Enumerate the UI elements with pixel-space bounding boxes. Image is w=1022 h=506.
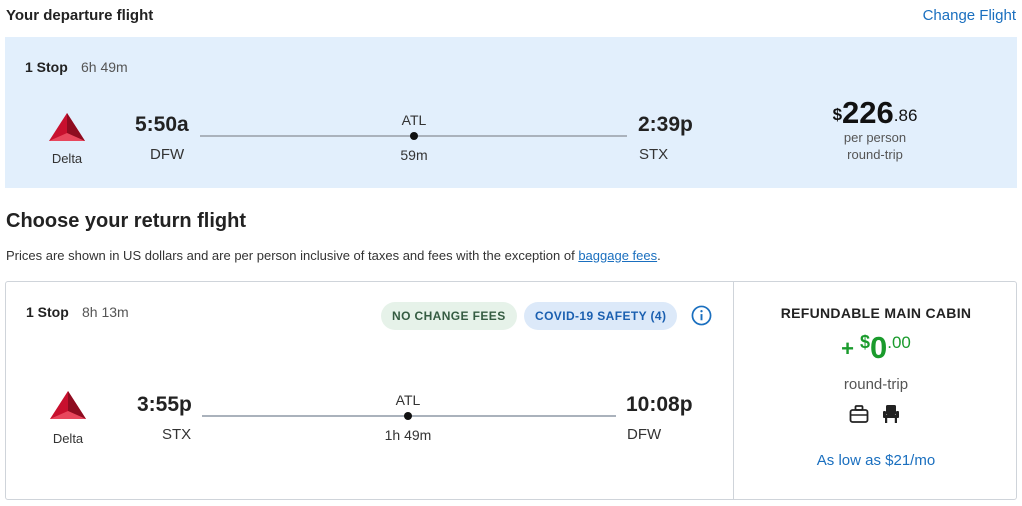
return-stop-dot xyxy=(404,412,412,420)
seat-icon xyxy=(883,405,899,423)
return-section-title: Choose your return flight xyxy=(6,210,246,232)
return-arrive-airport: DFW xyxy=(627,426,662,443)
return-stops: 1 Stop xyxy=(26,304,69,320)
departure-stops: 1 Stop xyxy=(25,59,68,75)
departure-duration: 6h 49m xyxy=(81,59,128,75)
monthly-payment-link[interactable]: As low as $21/mo xyxy=(734,452,1018,469)
departure-depart-airport: DFW xyxy=(150,146,185,163)
departure-airline-name: Delta xyxy=(51,151,83,166)
departure-price-symbol: $ xyxy=(832,105,843,124)
carry-on-bag-icon xyxy=(849,405,869,423)
disclaimer-text: Prices are shown in US dollars and are p… xyxy=(6,248,579,263)
departure-arrive-time: 2:39p xyxy=(638,113,693,136)
fare-price[interactable]: + $0.00 xyxy=(734,330,1018,366)
departure-price-whole: 226 xyxy=(842,95,894,130)
change-flight-link[interactable]: Change Flight xyxy=(923,7,1016,24)
return-depart-airport: STX xyxy=(162,426,192,443)
departure-price-basis: per person xyxy=(843,130,907,145)
return-airline-name: Delta xyxy=(52,431,84,446)
return-flight-card[interactable]: 1 Stop 8h 13m NO CHANGE FEES COVID-19 SA… xyxy=(5,281,1017,500)
delta-logo-icon xyxy=(49,113,85,141)
fare-class-title: REFUNDABLE MAIN CABIN xyxy=(780,305,972,321)
baggage-fees-link[interactable]: baggage fees xyxy=(578,248,657,263)
covid-safety-badge[interactable]: COVID-19 SAFETY (4) xyxy=(524,302,678,330)
departure-stop-dot xyxy=(410,132,418,140)
departure-price: $226.86 per person round-trip xyxy=(805,97,945,163)
departure-price-cents: .86 xyxy=(893,106,918,125)
departure-depart-time: 5:50a xyxy=(135,113,189,136)
return-layover: 1h 49m xyxy=(384,427,432,443)
departure-flight-card: 1 Stop 6h 49m Delta 5:50a DFW ATL 59m 2:… xyxy=(5,37,1017,188)
info-icon[interactable] xyxy=(691,305,712,326)
delta-logo-icon xyxy=(50,391,86,419)
fare-price-whole: 0 xyxy=(869,330,888,365)
disclaimer-suffix: . xyxy=(657,248,661,263)
departure-stop-airport: ATL xyxy=(401,112,427,128)
return-depart-time: 3:55p xyxy=(137,393,192,416)
departure-layover: 59m xyxy=(400,147,428,163)
departure-header-title: Your departure flight xyxy=(6,7,154,24)
fare-trip-type: round-trip xyxy=(843,376,909,393)
fare-amenity-icons xyxy=(846,403,906,427)
departure-arrive-airport: STX xyxy=(639,146,669,163)
return-duration: 8h 13m xyxy=(82,304,129,320)
departure-price-trip: round-trip xyxy=(847,147,903,162)
fare-price-cents: .00 xyxy=(887,333,911,352)
fare-price-plus: + xyxy=(841,336,854,361)
return-stop-airport: ATL xyxy=(395,392,421,408)
no-change-fees-badge: NO CHANGE FEES xyxy=(381,302,517,330)
return-arrive-time: 10:08p xyxy=(626,393,693,416)
price-disclaimer: Prices are shown in US dollars and are p… xyxy=(6,248,661,263)
fare-price-symbol: $ xyxy=(859,332,870,352)
